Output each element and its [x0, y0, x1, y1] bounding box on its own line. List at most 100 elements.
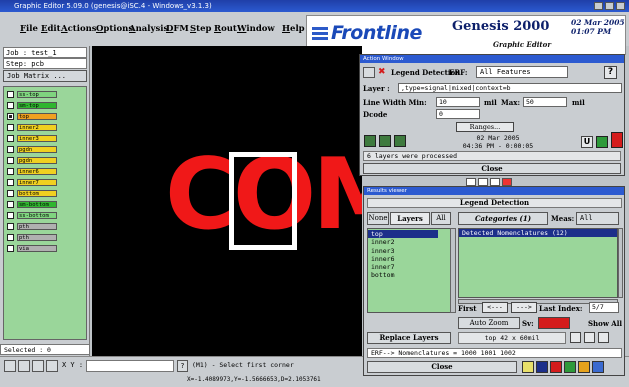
layer-checkbox[interactable] [7, 234, 14, 241]
layer-checkbox[interactable] [7, 113, 14, 120]
layer-checkbox[interactable] [7, 223, 14, 230]
tool-line-icon[interactable] [478, 178, 488, 186]
erf-select[interactable]: All Features [476, 66, 568, 78]
layer-input[interactable]: ,type=signal|mixed|context=b [398, 83, 622, 93]
layer-checkbox[interactable] [7, 91, 14, 98]
layer-checkbox[interactable] [7, 168, 14, 175]
meas-select[interactable]: All [576, 212, 619, 225]
close-window-button[interactable] [616, 2, 625, 10]
minimize-button[interactable] [594, 2, 603, 10]
layer-checkbox[interactable] [7, 201, 14, 208]
zoom-in-icon[interactable] [570, 332, 581, 343]
results-layer-item[interactable]: inner2 [371, 238, 450, 246]
layer-row[interactable]: pth [7, 223, 85, 230]
layer-name[interactable]: sm-top [17, 102, 57, 109]
xy-input[interactable] [86, 360, 174, 372]
tool-delete-icon[interactable] [502, 178, 512, 186]
layer-name[interactable]: inner6 [17, 168, 57, 175]
layer-checkbox[interactable] [7, 124, 14, 131]
menu-window[interactable]: Window [237, 24, 275, 34]
layer-checkbox[interactable] [7, 102, 14, 109]
parameters-icon[interactable] [394, 135, 406, 147]
layer-row[interactable]: inner6 [7, 168, 85, 175]
layer-row[interactable]: ss-top [7, 91, 85, 98]
layer-row[interactable]: top [7, 113, 85, 120]
layer-list-scrollbar[interactable] [450, 228, 456, 313]
layer-name[interactable]: pth [17, 223, 57, 230]
layer-row[interactable]: via [7, 245, 85, 252]
layer-checkbox[interactable] [7, 212, 14, 219]
layer-name[interactable]: sm-bottom [17, 201, 57, 208]
zoom-icon[interactable] [4, 360, 16, 372]
run-selected-icon[interactable] [379, 135, 391, 147]
layer-row[interactable]: inner3 [7, 135, 85, 142]
run-icon[interactable] [364, 135, 376, 147]
results-category-item[interactable]: Detected Nomenclatures (12) [459, 229, 617, 237]
layer-row[interactable]: pgdn [7, 146, 85, 153]
report-icon[interactable] [578, 361, 590, 373]
layer-name[interactable]: pgdn [17, 146, 57, 153]
tab-none[interactable]: None [367, 212, 389, 225]
layer-checkbox[interactable] [7, 135, 14, 142]
menu-help[interactable]: Help [282, 24, 305, 34]
layer-row[interactable]: pth [7, 234, 85, 241]
zoom-out-icon[interactable] [598, 332, 609, 343]
action-close-button[interactable]: Close [363, 163, 621, 174]
show-all-button[interactable]: Show All [588, 319, 622, 328]
grid-icon[interactable] [46, 360, 58, 372]
next-button[interactable]: ---> [511, 302, 537, 313]
menu-options[interactable]: Options [96, 24, 133, 34]
undo-button[interactable]: U [581, 136, 593, 148]
line-width-min-input[interactable]: 10 [436, 97, 480, 107]
zoom-home-icon[interactable] [584, 332, 595, 343]
menu-actions[interactable]: Actions [61, 24, 97, 34]
tool-arc-icon[interactable] [490, 178, 500, 186]
menu-file[interactable]: File [20, 24, 38, 34]
results-layer-item[interactable]: inner7 [371, 263, 450, 271]
menu-edit[interactable]: Edit [41, 24, 61, 34]
snap-icon[interactable] [18, 360, 30, 372]
category-scrollbar[interactable] [618, 228, 623, 298]
settings-icon[interactable] [592, 361, 604, 373]
help-button[interactable]: ? [604, 66, 617, 79]
layer-name[interactable]: inner2 [17, 124, 57, 131]
replace-layers-button[interactable]: Replace Layers [367, 332, 451, 344]
layer-checkbox[interactable] [7, 245, 14, 252]
last-label[interactable]: Last [539, 304, 556, 313]
tab-layers[interactable]: Layers [390, 212, 430, 225]
layer-name[interactable]: top [17, 113, 57, 120]
highlight-icon[interactable] [522, 361, 534, 373]
list-icon[interactable] [536, 361, 548, 373]
measure-icon[interactable] [32, 360, 44, 372]
layer-row[interactable]: inner7 [7, 179, 85, 186]
categories-button[interactable]: Categories (1) [458, 212, 548, 225]
stop-icon[interactable] [611, 132, 623, 148]
prev-button[interactable]: <--- [482, 302, 508, 313]
menu-rout[interactable]: Rout [214, 24, 237, 34]
severity-select[interactable] [538, 317, 570, 329]
layer-checkbox[interactable] [7, 190, 14, 197]
maximize-button[interactable] [605, 2, 614, 10]
layer-row[interactable]: inner2 [7, 124, 85, 131]
layer-name[interactable]: pgdn [17, 157, 57, 164]
layer-row[interactable]: sm-bottom [7, 201, 85, 208]
layer-checkbox[interactable] [7, 157, 14, 164]
tool-slash-icon[interactable] [466, 178, 476, 186]
graphic-canvas[interactable]: COM [92, 46, 362, 356]
layer-name[interactable]: via [17, 245, 57, 252]
results-icon[interactable] [596, 136, 608, 148]
layer-row[interactable]: pgdn [7, 157, 85, 164]
tab-all[interactable]: All [431, 212, 451, 225]
dcode-input[interactable]: 0 [436, 109, 480, 119]
layer-name[interactable]: inner7 [17, 179, 57, 186]
layer-checkbox[interactable] [7, 179, 14, 186]
flag-icon[interactable] [550, 361, 562, 373]
layer-name[interactable]: bottom [17, 190, 57, 197]
layer-row[interactable]: bottom [7, 190, 85, 197]
layer-name[interactable]: ss-bottom [17, 212, 57, 219]
index-input[interactable]: 5/7 [589, 302, 619, 313]
results-layer-item[interactable]: bottom [371, 271, 450, 279]
job-matrix-button[interactable]: Job Matrix ... [3, 70, 87, 82]
first-label[interactable]: First [458, 304, 477, 313]
results-close-button[interactable]: Close [367, 361, 517, 373]
